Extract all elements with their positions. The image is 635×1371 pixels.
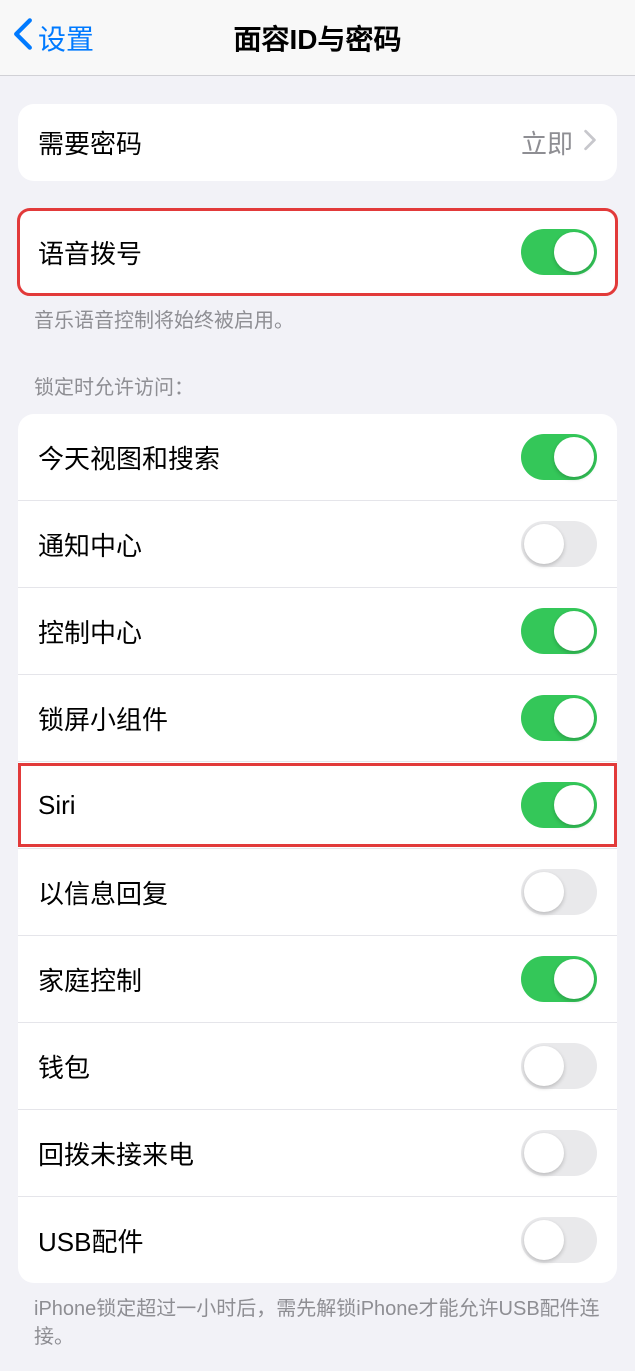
chevron-left-icon bbox=[12, 17, 38, 58]
chevron-right-icon bbox=[583, 129, 597, 156]
lock-access-label: 通知中心 bbox=[38, 526, 142, 563]
lock-access-label: 控制中心 bbox=[38, 613, 142, 650]
page-title: 面容ID与密码 bbox=[233, 18, 401, 58]
require-passcode-group: 需要密码 立即 bbox=[18, 104, 617, 181]
lock-access-switch[interactable] bbox=[521, 1043, 597, 1089]
voice-dial-label: 语音拨号 bbox=[38, 234, 142, 271]
navbar: 设置 面容ID与密码 bbox=[0, 0, 635, 76]
lock-access-label: Siri bbox=[38, 790, 76, 821]
lock-access-group: 今天视图和搜索通知中心控制中心锁屏小组件 Siri 以信息回复家庭控制钱包回拨未接来… bbox=[18, 414, 617, 1283]
back-label: 设置 bbox=[38, 18, 94, 58]
lock-access-switch[interactable] bbox=[521, 782, 597, 828]
lock-access-switch[interactable] bbox=[521, 695, 597, 741]
voice-dial-footer: 音乐语音控制将始终被启用。 bbox=[0, 295, 635, 335]
require-passcode-value: 立即 bbox=[521, 124, 573, 161]
content: 需要密码 立即 语音拨号 音乐语音控制将始终被启用。 锁定时允许访问： 今天视图… bbox=[0, 104, 635, 1371]
lock-access-label: 回拨未接来电 bbox=[38, 1135, 194, 1172]
lock-access-label: 锁屏小组件 bbox=[38, 700, 168, 737]
lock-access-switch[interactable] bbox=[521, 869, 597, 915]
lock-access-row: 钱包 bbox=[18, 1023, 617, 1110]
lock-access-switch[interactable] bbox=[521, 434, 597, 480]
lock-access-row: 锁屏小组件 bbox=[18, 675, 617, 762]
require-passcode-label: 需要密码 bbox=[38, 124, 142, 161]
back-button[interactable]: 设置 bbox=[12, 17, 94, 58]
lock-access-row: 以信息回复 bbox=[18, 849, 617, 936]
lock-access-label: 家庭控制 bbox=[38, 961, 142, 998]
lock-access-label: 今天视图和搜索 bbox=[38, 439, 220, 476]
voice-dial-group: 语音拨号 bbox=[18, 209, 617, 295]
lock-access-row: 通知中心 bbox=[18, 501, 617, 588]
lock-access-switch[interactable] bbox=[521, 1130, 597, 1176]
lock-access-switch[interactable] bbox=[521, 1217, 597, 1263]
lock-access-switch[interactable] bbox=[521, 521, 597, 567]
lock-access-switch[interactable] bbox=[521, 956, 597, 1002]
lock-access-switch[interactable] bbox=[521, 608, 597, 654]
voice-dial-switch[interactable] bbox=[521, 229, 597, 275]
lock-access-row: USB配件 bbox=[18, 1197, 617, 1283]
lock-access-row: Siri bbox=[18, 762, 617, 849]
lock-access-label: 以信息回复 bbox=[38, 874, 168, 911]
lock-access-row: 家庭控制 bbox=[18, 936, 617, 1023]
lock-access-label: 钱包 bbox=[38, 1048, 90, 1085]
lock-access-footer: iPhone锁定超过一小时后，需先解锁iPhone才能允许USB配件连接。 bbox=[0, 1283, 635, 1351]
lock-access-row: 控制中心 bbox=[18, 588, 617, 675]
lock-access-row: 回拨未接来电 bbox=[18, 1110, 617, 1197]
require-passcode-row[interactable]: 需要密码 立即 bbox=[18, 104, 617, 181]
lock-access-row: 今天视图和搜索 bbox=[18, 414, 617, 501]
lock-access-header: 锁定时允许访问： bbox=[0, 335, 635, 406]
voice-dial-row: 语音拨号 bbox=[18, 209, 617, 295]
